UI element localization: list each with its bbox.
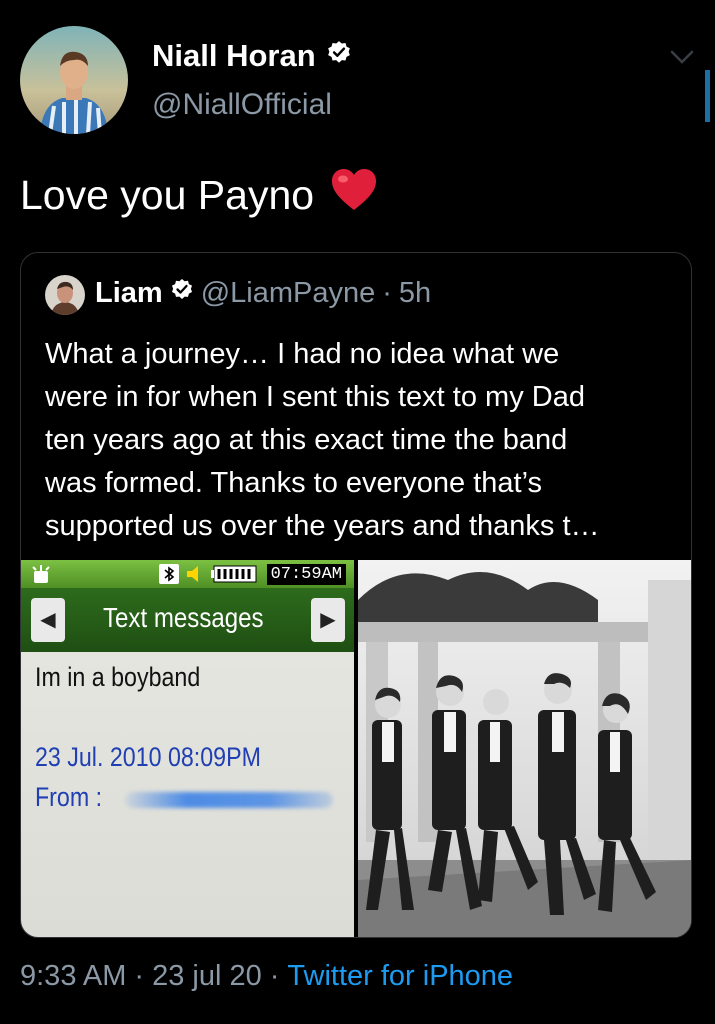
author-name-row[interactable]: Niall Horan bbox=[152, 38, 352, 74]
tweet-source-link[interactable]: Twitter for iPhone bbox=[287, 960, 513, 993]
tweet-footer: 9:33 AM · 23 jul 20 · Twitter for iPhone bbox=[20, 960, 513, 993]
quoted-header: Liam @LiamPayne · 5h bbox=[95, 277, 431, 310]
phone-right-arrow-icon: ▶ bbox=[311, 598, 345, 642]
phone-screen-photo[interactable]: 07:59AM ◀ Text messages ▶ Im in a boyban… bbox=[21, 560, 354, 937]
quoted-text-line: What a journey… I had no idea what we bbox=[45, 338, 560, 370]
verified-badge-icon bbox=[326, 38, 352, 74]
sms-from-label: From : bbox=[35, 782, 103, 812]
author-handle[interactable]: @NiallOfficial bbox=[152, 88, 332, 122]
heart-emoji-icon bbox=[330, 168, 378, 222]
quoted-text-line: ten years ago at this exact time the ban… bbox=[45, 424, 568, 456]
quoted-author-avatar bbox=[45, 275, 85, 315]
quoted-tweet-text: What a journey… I had no idea what we we… bbox=[45, 333, 685, 548]
alarm-icon bbox=[29, 563, 53, 590]
author-avatar[interactable] bbox=[20, 26, 128, 134]
quoted-timestamp: 5h bbox=[398, 277, 432, 309]
band-photo[interactable] bbox=[358, 560, 691, 937]
tweet-text: Love you Payno bbox=[20, 168, 378, 222]
quoted-tweet-card[interactable]: Liam @LiamPayne · 5h What a journey… I h… bbox=[20, 252, 692, 938]
bluetooth-icon bbox=[159, 564, 179, 589]
quoted-display-name: Liam bbox=[95, 277, 163, 309]
phone-header: ◀ Text messages ▶ bbox=[21, 588, 354, 652]
phone-left-arrow-icon: ◀ bbox=[31, 598, 65, 642]
sms-date: 23 Jul. 2010 08:09PM bbox=[35, 742, 261, 772]
sms-message: Im in a boyband bbox=[35, 662, 201, 692]
quoted-separator: · bbox=[382, 277, 392, 309]
phone-clock: 07:59AM bbox=[266, 564, 346, 585]
quoted-text-line: supported us over the years and thanks t… bbox=[45, 510, 600, 542]
phone-status-bar: 07:59AM bbox=[21, 560, 354, 588]
volume-icon bbox=[185, 564, 207, 589]
author-display-name[interactable]: Niall Horan bbox=[152, 38, 316, 74]
quoted-text-line: were in for when I sent this text to my … bbox=[45, 381, 585, 413]
quoted-handle: @LiamPayne bbox=[200, 277, 376, 309]
quoted-text-line: was formed. Thanks to everyone that’s bbox=[45, 467, 543, 499]
tweet-body: Love you Payno bbox=[20, 171, 315, 218]
tweet-time: 9:33 AM bbox=[20, 960, 127, 992]
scroll-indicator bbox=[705, 70, 710, 122]
verified-badge-icon bbox=[170, 277, 194, 310]
footer-separator: · bbox=[269, 960, 280, 992]
phone-title: Text messages bbox=[103, 602, 264, 633]
footer-separator: · bbox=[134, 960, 145, 992]
redacted-number bbox=[125, 792, 333, 808]
tweet-date: 23 jul 20 bbox=[152, 960, 262, 992]
battery-icon bbox=[211, 565, 257, 588]
chevron-down-icon[interactable] bbox=[668, 46, 696, 68]
